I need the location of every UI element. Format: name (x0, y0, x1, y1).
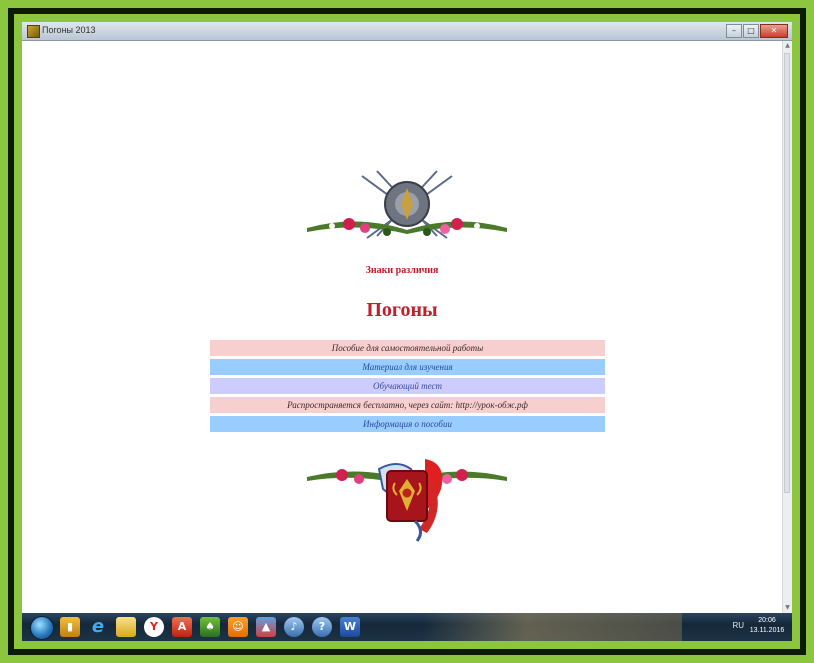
menu-item-study-material[interactable]: Материал для изучения (210, 359, 605, 375)
yandex-browser-icon[interactable]: Y (144, 617, 164, 637)
app-icon (27, 25, 40, 38)
start-button[interactable] (30, 616, 54, 640)
menu-item-training-test[interactable]: Обучающий тест (210, 378, 605, 394)
page-title: Погоны (366, 299, 438, 321)
vertical-scrollbar[interactable]: ▲ ▼ (782, 41, 792, 613)
explorer-icon[interactable]: ▮ (60, 617, 80, 637)
page-subtitle: Знаки различия (365, 265, 439, 276)
title-bar[interactable]: Погоны 2013 – □ ✕ (22, 22, 792, 41)
scroll-down-icon[interactable]: ▼ (784, 604, 791, 612)
menu-item-self-study[interactable]: Пособие для самостоятельной работы (210, 340, 605, 356)
word-icon[interactable]: W (340, 617, 360, 637)
minimize-button[interactable]: – (726, 24, 742, 38)
clock-date: 13.11.2016 (749, 627, 785, 634)
screen: Погоны 2013 – □ ✕ Знаки различия Погоны … (22, 22, 792, 641)
tray-language[interactable]: RU (732, 621, 744, 630)
taskbar: ▮ e Y A ♠ ☺ ▲ ♪ ? W RU 20:06 13.11.2016 (22, 613, 792, 641)
help-icon[interactable]: ? (312, 617, 332, 637)
taskbar-background-image (422, 613, 682, 641)
pdf-icon[interactable]: A (172, 617, 192, 637)
maximize-button[interactable]: □ (743, 24, 759, 38)
media-icon[interactable]: ♪ (284, 617, 304, 637)
folder-icon[interactable] (116, 617, 136, 637)
crossed-swords-emblem (307, 170, 507, 239)
close-button[interactable]: ✕ (760, 24, 788, 38)
odnoklassniki-icon[interactable]: ☺ (228, 617, 248, 637)
menu-item-about[interactable]: Информация о пособии (210, 416, 605, 432)
menu-item-distribution-site[interactable]: Распространяется бесплатно, через сайт: … (210, 397, 605, 413)
scroll-thumb[interactable] (784, 53, 790, 493)
coat-of-arms-emblem (307, 459, 507, 542)
green-app-icon[interactable]: ♠ (200, 617, 220, 637)
taskbar-clock[interactable]: 20:06 13.11.2016 (748, 616, 786, 636)
scroll-up-icon[interactable]: ▲ (784, 42, 791, 50)
paint-icon[interactable]: ▲ (256, 617, 276, 637)
clock-time: 20:06 (758, 617, 776, 624)
main-menu: Пособие для самостоятельной работы Матер… (210, 340, 605, 435)
internet-explorer-icon[interactable]: e (88, 617, 108, 637)
window-controls: – □ ✕ (725, 24, 788, 38)
page-content: Знаки различия Погоны Пособие для самост… (22, 41, 782, 613)
window-title: Погоны 2013 (42, 25, 96, 35)
